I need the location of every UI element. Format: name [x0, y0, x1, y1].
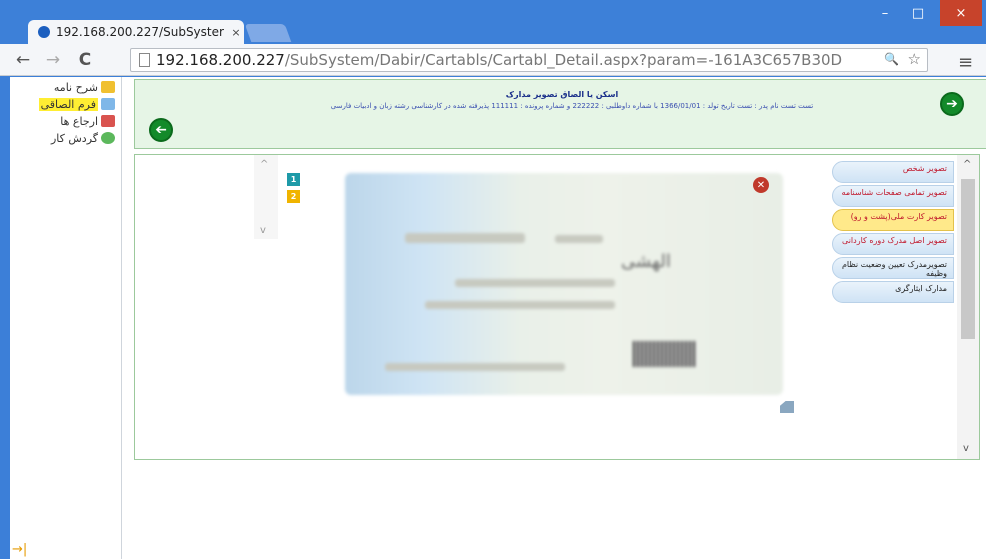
vertical-scrollbar[interactable]: ^ v — [957, 155, 979, 459]
scroll-up-icon[interactable]: ^ — [260, 159, 268, 170]
note-icon — [101, 81, 115, 93]
page-2-button[interactable]: 2 — [287, 190, 300, 203]
document-type-list: تصویر شخص تصویر تمامی صفحات شناسنامه تصو… — [832, 161, 954, 305]
tab-close-icon[interactable]: × — [228, 26, 244, 39]
card-text-line — [385, 363, 565, 371]
page-title: اسکن یا الصاق تصویر مدارک — [505, 90, 619, 99]
sidebar-item-label: شرح نامه — [53, 80, 98, 94]
card-text-line — [455, 279, 615, 287]
sidebar-item-attach-form[interactable]: فرم الصاقی — [38, 96, 115, 112]
sidebar-item-letter-description[interactable]: شرح نامه — [54, 79, 115, 95]
back-arrow-button[interactable]: ➔ — [149, 118, 173, 142]
document-panel: ^ v 1 2 الهشی ✕ تصویر شخص تصویر تمامی صف… — [134, 154, 980, 460]
card-text-line — [425, 301, 615, 309]
card-text-line — [555, 235, 603, 243]
header-panel: اسکن یا الصاق تصویر مدارک تست تست نام پد… — [134, 79, 986, 149]
doc-tab-personal-photo[interactable]: تصویر شخص — [832, 161, 954, 183]
menu-icon[interactable]: ≡ — [958, 52, 973, 73]
collapse-arrow-icon[interactable]: →| — [12, 542, 27, 557]
zoom-icon[interactable]: 🔍 — [884, 52, 899, 66]
scrollbar-thumb[interactable] — [961, 179, 975, 339]
applicant-info: تست تست نام پدر : تست تاریخ تولد : 1366/… — [330, 102, 814, 110]
card-text-line — [405, 233, 525, 243]
back-button[interactable]: ← — [10, 47, 36, 73]
title-bar: 192.168.200.227/SubSyster × – □ × — [0, 0, 986, 44]
form-icon — [101, 98, 115, 110]
page-icon — [139, 53, 150, 67]
browser-tab[interactable]: 192.168.200.227/SubSyster × — [28, 20, 244, 44]
card-stamp-text: الهشی — [621, 251, 671, 272]
forward-button[interactable]: → — [40, 47, 66, 73]
doc-tab-military-status[interactable]: تصویرمدرک تعیین وضعیت نظام وظیفه — [832, 257, 954, 279]
browser-window: 192.168.200.227/SubSyster × – □ × ← → C … — [0, 0, 986, 559]
workflow-icon — [101, 132, 115, 144]
sidebar: شرح نامه فرم الصاقی ارجاع ها گردش کار →| — [10, 77, 122, 559]
doc-tab-associate-degree[interactable]: تصویر اصل مدرک دوره کاردانی — [832, 233, 954, 255]
next-arrow-button[interactable]: ➔ — [940, 92, 964, 116]
browser-toolbar: ← → C 192.168.200.227 /SubSystem/Dabir/C… — [0, 44, 986, 76]
sidebar-item-referrals[interactable]: ارجاع ها — [60, 113, 115, 129]
maximize-button[interactable]: □ — [903, 0, 933, 26]
favicon-icon — [38, 26, 50, 38]
bookmark-star-icon[interactable]: ☆ — [908, 50, 921, 68]
url-path: /SubSystem/Dabir/Cartabls/Cartabl_Detail… — [284, 51, 843, 69]
page-thumbnail-scroller[interactable]: ^ v — [254, 155, 278, 239]
scroll-up-arrow-icon[interactable]: ^ — [963, 159, 971, 170]
document-icon[interactable] — [780, 401, 794, 413]
address-bar[interactable]: 192.168.200.227 /SubSystem/Dabir/Cartabl… — [130, 48, 928, 72]
sidebar-item-label: فرم الصاقی — [38, 97, 98, 111]
sidebar-item-workflow[interactable]: گردش کار — [51, 130, 115, 146]
close-icon[interactable]: ✕ — [753, 177, 769, 193]
close-window-button[interactable]: × — [940, 0, 982, 26]
reload-button[interactable]: C — [72, 47, 98, 73]
doc-tab-national-card[interactable]: تصویر کارت ملی(پشت و رو) — [832, 209, 954, 231]
document-image-viewer: الهشی ✕ — [345, 173, 783, 395]
sidebar-item-label: ارجاع ها — [60, 114, 98, 128]
new-tab-button[interactable] — [244, 24, 292, 42]
barcode — [633, 341, 697, 367]
national-id-card-image: الهشی — [345, 173, 783, 395]
doc-tab-veteran-documents[interactable]: مدارک ایثارگری — [832, 281, 954, 303]
tab-title: 192.168.200.227/SubSyster — [56, 25, 224, 39]
doc-tab-birth-certificate[interactable]: تصویر تمامی صفحات شناسنامه — [832, 185, 954, 207]
page-1-button[interactable]: 1 — [287, 173, 300, 186]
page-content: شرح نامه فرم الصاقی ارجاع ها گردش کار →|… — [10, 77, 986, 559]
scroll-down-arrow-icon[interactable]: v — [963, 443, 969, 454]
url-host: 192.168.200.227 — [156, 51, 285, 69]
sidebar-item-label: گردش کار — [50, 131, 98, 145]
minimize-button[interactable]: – — [870, 0, 900, 26]
referral-icon — [101, 115, 115, 127]
scroll-down-icon[interactable]: v — [260, 225, 266, 236]
